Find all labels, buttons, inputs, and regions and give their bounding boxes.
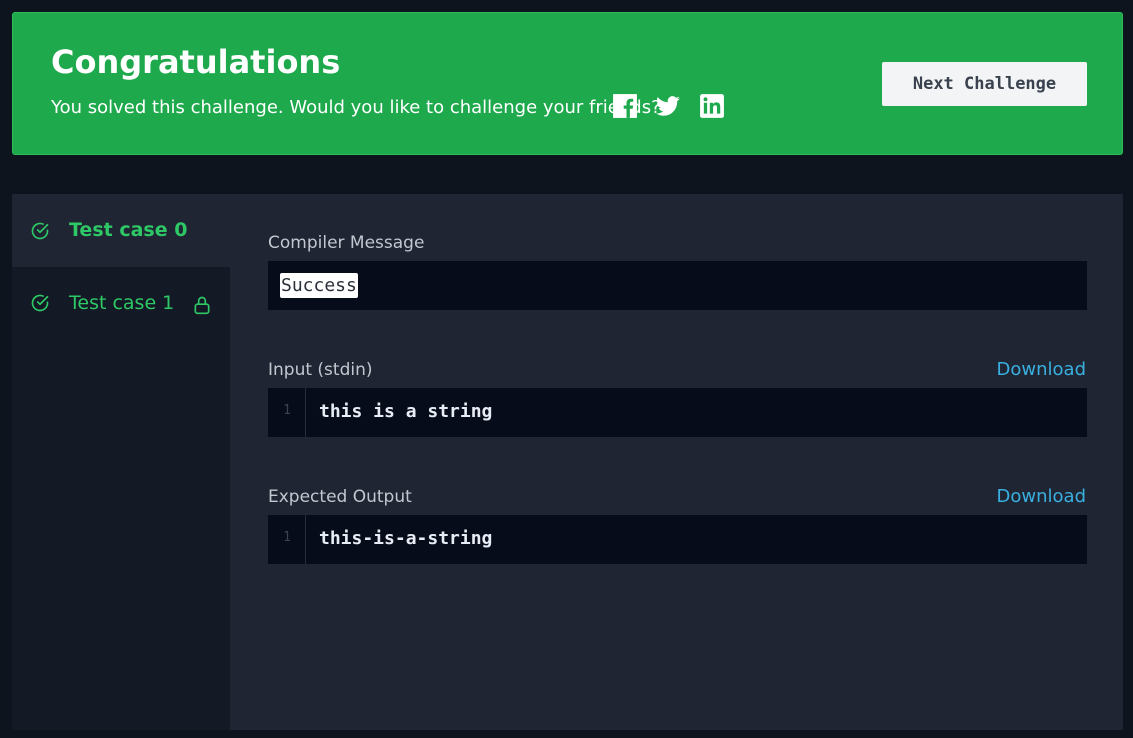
expected-output-box: 1 this-is-a-string [268, 515, 1087, 564]
test-case-label: Test case 1 [69, 292, 175, 314]
line-gutter: 1 [268, 515, 306, 564]
test-case-sidebar: Test case 0 Test case 1 [12, 194, 230, 730]
line-number: 1 [283, 530, 291, 545]
expected-output-value: this-is-a-string [319, 528, 493, 549]
sidebar-item-test-case-1[interactable]: Test case 1 [12, 267, 230, 340]
test-case-label: Test case 0 [69, 219, 188, 241]
compiler-message-value: Success [280, 273, 358, 298]
facebook-icon[interactable] [612, 93, 638, 119]
test-results-panel: Test case 0 Test case 1 Compiler Message… [12, 194, 1123, 730]
input-value: this is a string [319, 401, 493, 422]
expected-output-label: Expected Output [268, 487, 412, 507]
input-label: Input (stdin) [268, 360, 373, 380]
check-circle-icon [31, 294, 49, 312]
line-gutter: 1 [268, 388, 306, 437]
line-number: 1 [283, 403, 291, 418]
expected-output-download-link[interactable]: Download [997, 486, 1086, 507]
banner-title: Congratulations [51, 43, 341, 81]
input-download-link[interactable]: Download [997, 359, 1086, 380]
twitter-icon[interactable] [655, 93, 681, 119]
success-banner: Congratulations You solved this challeng… [12, 12, 1123, 155]
banner-subtitle: You solved this challenge. Would you lik… [51, 97, 661, 118]
compiler-message-box: Success [268, 261, 1087, 310]
linkedin-icon[interactable] [699, 93, 725, 119]
lock-icon [194, 296, 210, 315]
input-box: 1 this is a string [268, 388, 1087, 437]
check-circle-icon [31, 222, 49, 240]
compiler-message-label: Compiler Message [268, 233, 425, 253]
sidebar-item-test-case-0[interactable]: Test case 0 [12, 194, 230, 267]
next-challenge-button[interactable]: Next Challenge [882, 62, 1087, 106]
